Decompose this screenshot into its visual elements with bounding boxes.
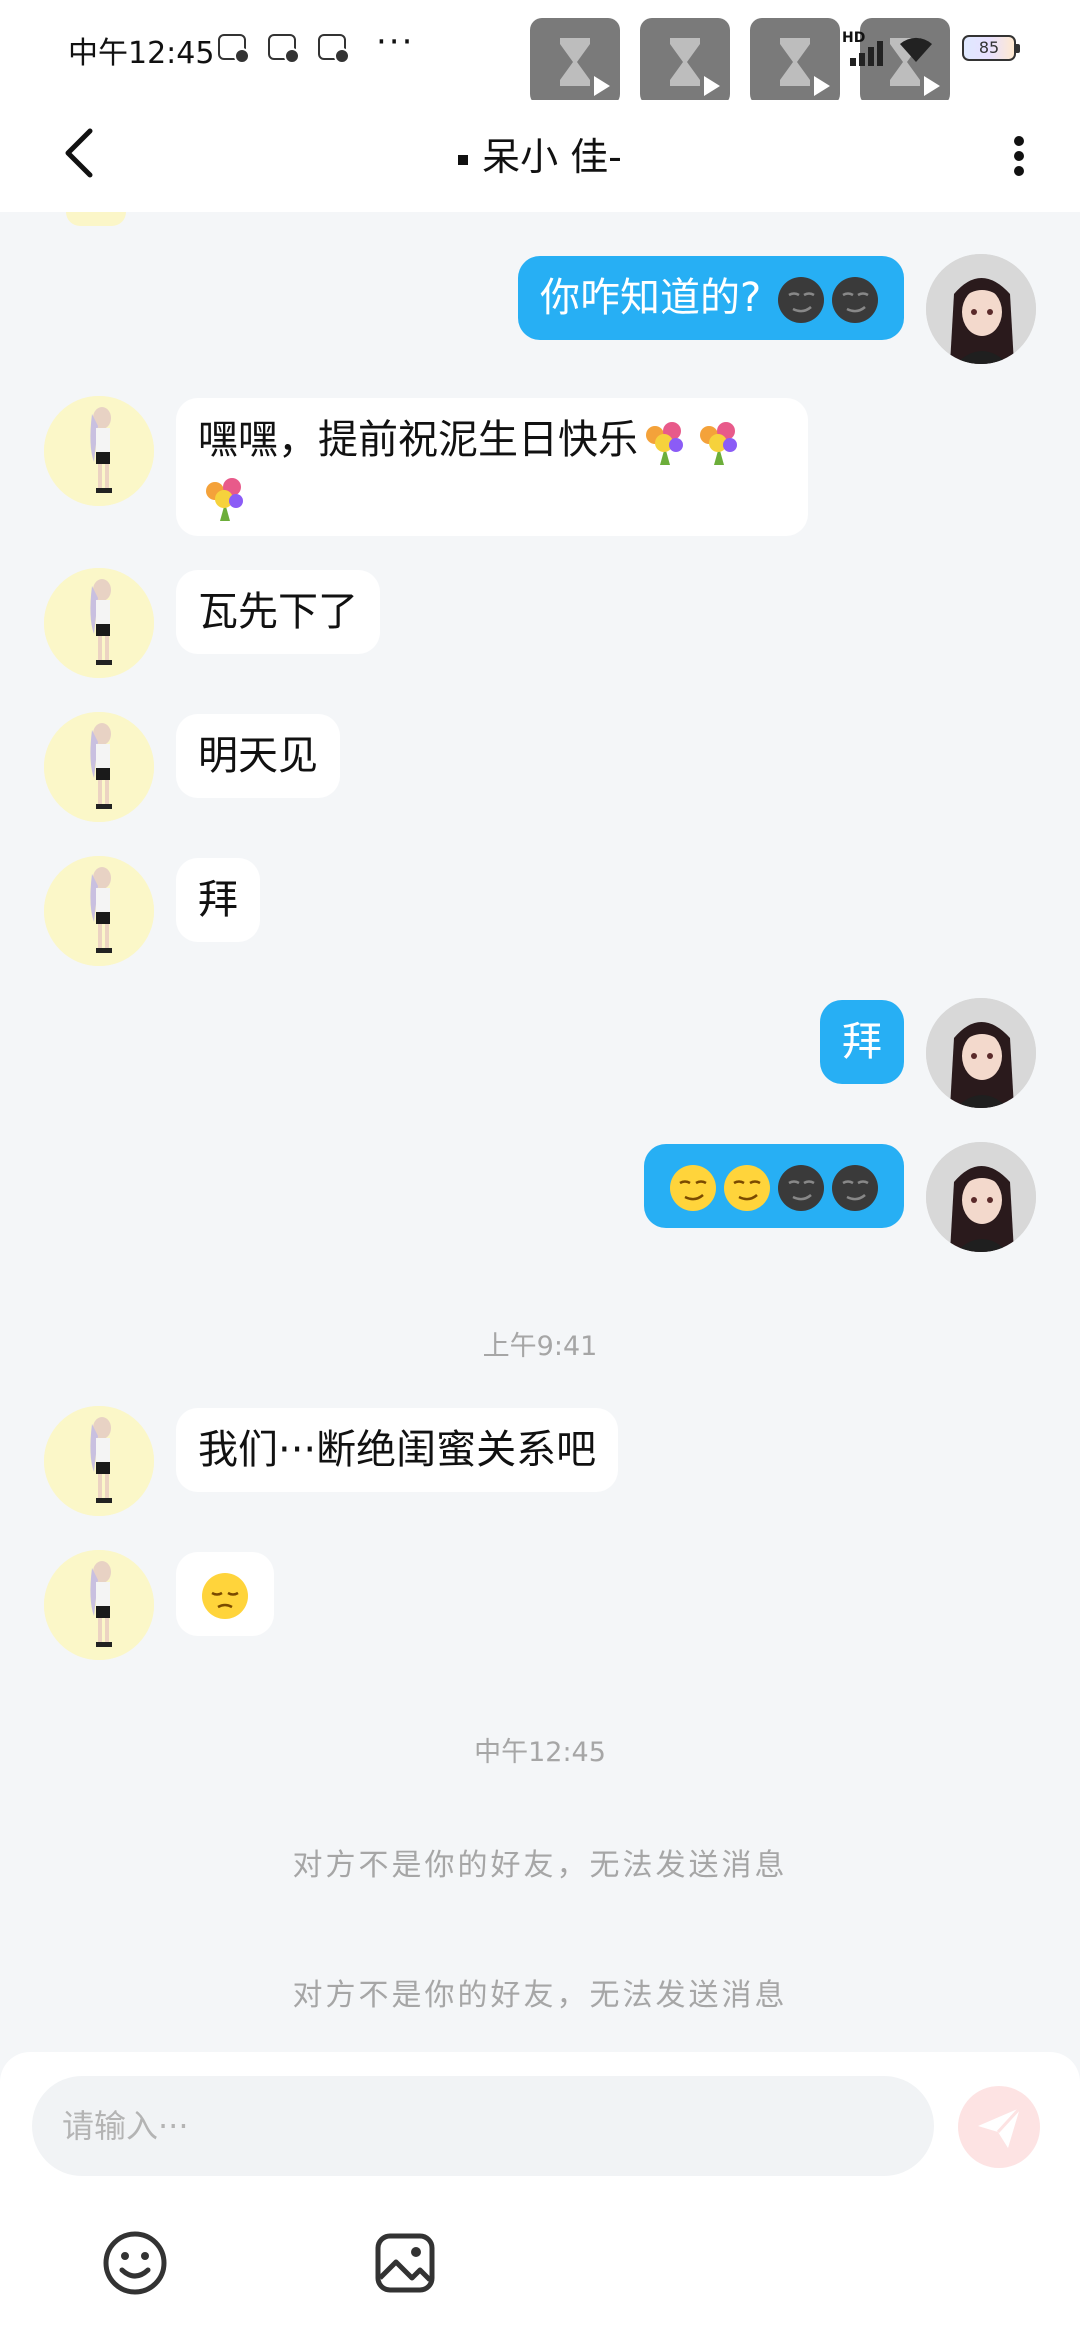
signal-icon <box>850 41 883 66</box>
notification-icon <box>218 34 250 64</box>
hourglass-icon <box>780 38 810 86</box>
message-bubble-incoming[interactable]: 瓦先下了 <box>176 570 380 654</box>
smirk-face-emoji-icon <box>670 1165 716 1211</box>
image-button[interactable] <box>370 2228 440 2298</box>
smiley-icon <box>103 2231 167 2295</box>
bouquet-emoji-icon <box>700 422 737 465</box>
battery-indicator: 85 <box>962 35 1020 61</box>
smirk-face-emoji-icon <box>724 1165 770 1211</box>
my-avatar[interactable] <box>926 998 1036 1108</box>
message-bubble-incoming[interactable]: 嘿嘿，提前祝泥生日快乐 <box>176 398 808 536</box>
message-bubble-incoming[interactable]: 我们···断绝闺蜜关系吧 <box>176 1408 619 1492</box>
status-bar: 中午12:45 ··· HD 85 <box>0 0 1080 106</box>
notification-icon <box>318 34 350 64</box>
message-text: 拜 <box>198 877 238 923</box>
message-bubble-incoming[interactable] <box>176 1552 274 1636</box>
message-list[interactable]: 你咋知道的? 嘿嘿，提前祝泥生日快乐 瓦先下了 明天见 拜 拜 上午9:41 我… <box>0 212 1080 2050</box>
emoji-button[interactable] <box>100 2228 170 2298</box>
smirk-dark-face-emoji-icon <box>778 1165 824 1211</box>
smirk-dark-face-emoji-icon <box>832 277 878 323</box>
contact-name: 呆小 佳- <box>482 135 622 179</box>
message-bubble-outgoing[interactable] <box>644 1144 904 1228</box>
contact-avatar[interactable] <box>44 396 154 506</box>
status-time: 中午12:45 <box>68 36 215 71</box>
floating-hourglass-button[interactable] <box>530 18 620 106</box>
hourglass-icon <box>670 38 700 86</box>
message-input[interactable] <box>32 2076 934 2176</box>
hourglass-icon <box>560 38 590 86</box>
message-timestamp: 中午12:45 <box>474 1737 606 1768</box>
message-bubble-incoming[interactable]: 拜 <box>176 858 260 942</box>
bouquet-emoji-icon <box>646 422 683 465</box>
more-menu-button[interactable] <box>1000 118 1040 190</box>
smirk-dark-face-emoji-icon <box>832 1165 878 1211</box>
floating-hourglass-button[interactable] <box>750 18 840 106</box>
contact-avatar[interactable] <box>44 712 154 822</box>
chat-header: 呆小 佳- <box>0 100 1080 212</box>
wifi-icon <box>900 37 932 62</box>
message-text: 你咋知道的? <box>540 275 762 321</box>
avatar-partial <box>66 212 126 226</box>
message-text: 拜 <box>842 1019 882 1065</box>
contact-avatar[interactable] <box>44 1406 154 1516</box>
send-icon <box>978 2106 1022 2148</box>
bouquet-emoji-icon <box>206 478 243 521</box>
floating-hourglass-button[interactable] <box>640 18 730 106</box>
message-text: 我们···断绝闺蜜关系吧 <box>198 1427 597 1473</box>
system-message: 对方不是你的好友，无法发送消息 <box>292 1848 788 1883</box>
my-avatar[interactable] <box>926 1142 1036 1252</box>
composer-bar <box>0 2052 1080 2340</box>
message-text: 瓦先下了 <box>198 589 358 635</box>
contact-avatar[interactable] <box>44 856 154 966</box>
title-square-icon <box>458 154 469 165</box>
more-notifications: ··· <box>376 22 415 62</box>
message-text: 嘿嘿，提前祝泥生日快乐 <box>198 417 638 463</box>
message-timestamp: 上午9:41 <box>482 1331 598 1362</box>
contact-avatar[interactable] <box>44 1550 154 1660</box>
send-button[interactable] <box>958 2086 1040 2168</box>
smirk-dark-face-emoji-icon <box>778 277 824 323</box>
notification-icon <box>268 34 300 64</box>
message-bubble-outgoing[interactable]: 拜 <box>820 1000 904 1084</box>
message-bubble-incoming[interactable]: 明天见 <box>176 714 340 798</box>
message-bubble-outgoing[interactable]: 你咋知道的? <box>518 256 904 340</box>
chat-title: 呆小 佳- <box>0 126 1080 181</box>
pensive-face-emoji-icon <box>202 1573 248 1619</box>
message-text: 明天见 <box>198 733 318 779</box>
system-message: 对方不是你的好友，无法发送消息 <box>292 1978 788 2013</box>
my-avatar[interactable] <box>926 254 1036 364</box>
image-icon <box>375 2233 435 2293</box>
contact-avatar[interactable] <box>44 568 154 678</box>
